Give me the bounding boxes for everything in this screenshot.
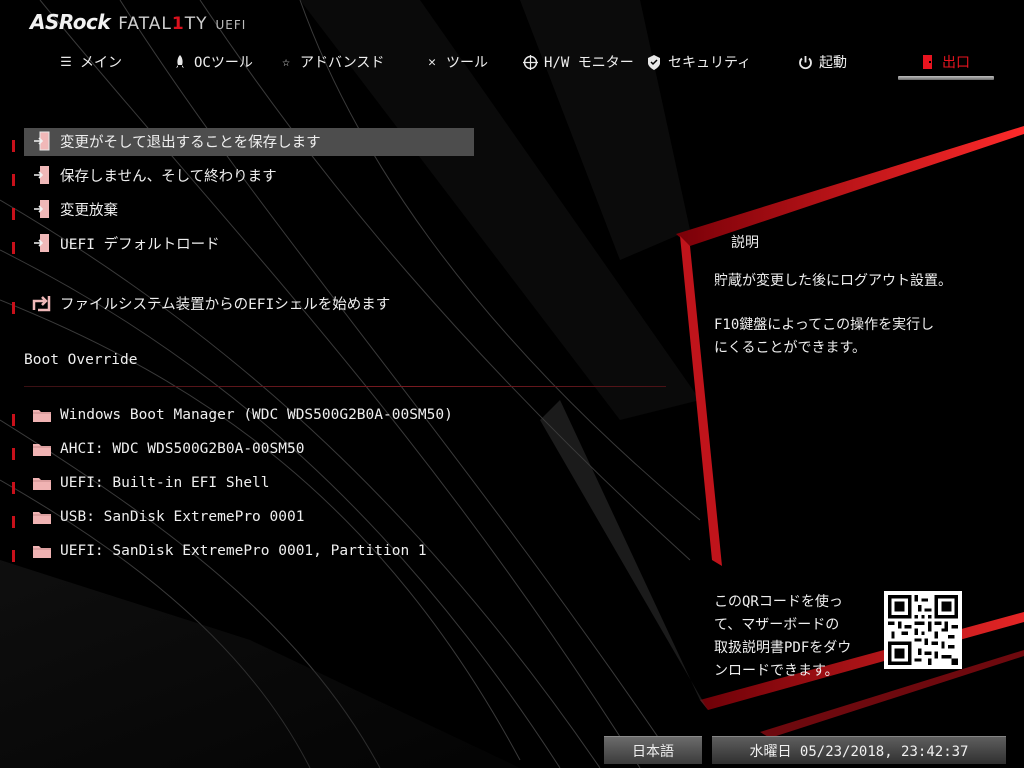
qr-code: [884, 591, 962, 669]
edition-label: UEFI: [215, 18, 247, 32]
tools-icon: ✕: [428, 54, 436, 70]
exit-door-icon: [32, 199, 52, 219]
exit-door-icon: [32, 131, 52, 151]
tab-security[interactable]: セキュリティ: [646, 50, 751, 74]
row-marker: [12, 242, 15, 254]
folder-icon: [32, 473, 52, 493]
main-navigation: ☰ メイン OCツール ☆ アドバンスド ✕ ツール H/W モニター セキュリ…: [0, 50, 1024, 74]
brand-name: ASRock: [30, 10, 111, 34]
row-marker: [12, 208, 15, 220]
description-hint-line1: F10鍵盤によってこの操作を実行し: [714, 317, 935, 333]
star-icon: ☆: [282, 54, 290, 70]
description-title: 説明: [731, 235, 759, 251]
tab-exit[interactable]: 出口: [920, 50, 970, 74]
row-marker: [12, 302, 15, 314]
tab-oc-tweaker[interactable]: OCツール: [172, 50, 253, 74]
tab-advanced[interactable]: ☆ アドバンスド: [278, 50, 384, 74]
row-marker: [12, 516, 15, 528]
exit-icon: [920, 54, 936, 70]
row-marker: [12, 550, 15, 562]
asrock-logo: ASRock FATAL1TY UEFI: [30, 10, 246, 38]
row-marker: [12, 448, 15, 460]
product-name: FATAL1TY: [118, 14, 208, 34]
list-icon: ☰: [60, 54, 72, 70]
row-marker: [12, 174, 15, 186]
section-divider: [24, 386, 666, 387]
folder-icon: [32, 507, 52, 527]
active-tab-indicator: [898, 76, 994, 80]
row-marker: [12, 140, 15, 152]
power-icon: [797, 54, 813, 70]
description-text: 貯蔵が変更した後にログアウト設置。: [714, 273, 952, 289]
launch-icon: [32, 293, 52, 313]
tab-boot[interactable]: 起動: [797, 50, 847, 74]
exit-door-icon: [32, 233, 52, 253]
row-marker: [12, 482, 15, 494]
rocket-icon: [172, 54, 188, 70]
datetime-display: 水曜日 05/23/2018, 23:42:37: [712, 736, 1006, 764]
exit-door-icon: [32, 165, 52, 185]
crosshair-icon: [522, 54, 538, 70]
folder-icon: [32, 405, 52, 425]
row-marker: [12, 414, 15, 426]
folder-icon: [32, 439, 52, 459]
description-hint-line2: にくることができます。: [714, 340, 867, 356]
tab-tool[interactable]: ✕ ツール: [424, 50, 488, 74]
qr-caption: このQRコードを使っ て、マザーボードの 取扱説明書PDFをダウ ンロードできま…: [714, 594, 852, 679]
language-button[interactable]: 日本語: [604, 736, 702, 764]
boot-override-label: Boot Override: [24, 352, 138, 368]
shield-icon: [646, 54, 662, 70]
folder-icon: [32, 541, 52, 561]
tab-hw-monitor[interactable]: H/W モニター: [522, 50, 634, 74]
tab-main[interactable]: ☰ メイン: [58, 50, 122, 74]
